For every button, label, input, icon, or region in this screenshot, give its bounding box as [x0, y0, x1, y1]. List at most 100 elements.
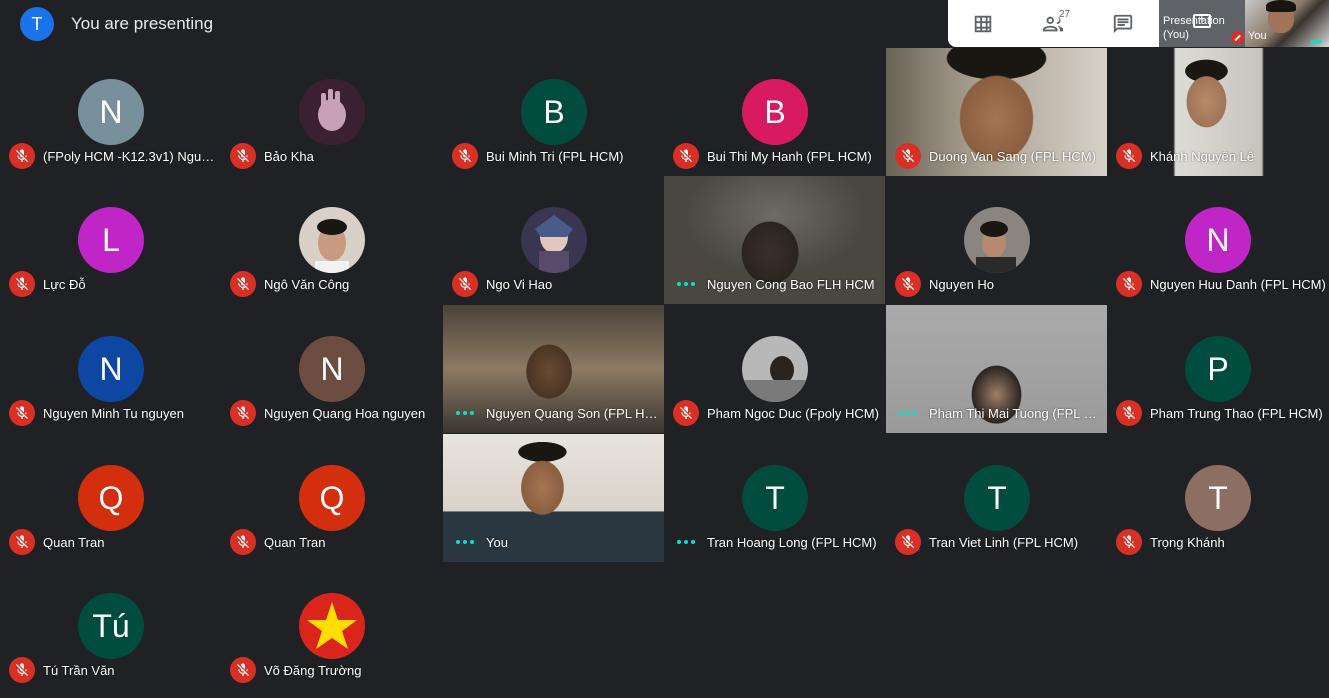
participant-name: Tran Viet Linh (FPL HCM): [929, 534, 1079, 550]
anime-photo: [535, 215, 573, 273]
mic-off-icon: [9, 143, 35, 169]
participant-tile[interactable]: T Trọng Khánh: [1107, 434, 1328, 562]
participant-tile[interactable]: P Pham Trung Thao (FPL HCM): [1107, 305, 1328, 433]
participant-avatar: L: [78, 207, 144, 273]
participant-tile[interactable]: T Tran Hoang Long (FPL HCM): [664, 434, 885, 562]
participant-name: Pham Trung Thao (FPL HCM): [1150, 405, 1323, 421]
face-photo: [742, 356, 808, 402]
participant-avatar: T: [742, 465, 808, 531]
participant-name-row: You: [452, 529, 662, 555]
participant-tile[interactable]: N (FPoly HCM -K12.3v1) Nguyen: [0, 48, 221, 176]
mic-off-icon: [895, 529, 921, 555]
participant-tile[interactable]: L Lực Đỗ: [0, 176, 221, 304]
self-avatar[interactable]: T: [20, 7, 54, 41]
speaking-indicator-icon: [452, 400, 478, 426]
layout-grid-button[interactable]: [948, 0, 1018, 47]
participant-tile[interactable]: Khánh Nguyễn Lê: [1107, 48, 1328, 176]
participant-avatar: N: [78, 79, 144, 145]
mic-off-icon: [452, 143, 478, 169]
participant-tile[interactable]: Pham Thi Mai Tuong (FPL HCM): [886, 305, 1107, 433]
participant-name: Pham Ngoc Duc (Fpoly HCM): [707, 405, 879, 421]
participant-avatar: N: [299, 336, 365, 402]
participant-tile[interactable]: N Nguyen Quang Hoa nguyen: [221, 305, 442, 433]
mic-off-icon: [1116, 143, 1142, 169]
participant-name-row: Nguyen Minh Tu nguyen: [9, 400, 219, 426]
participant-name: Tran Hoang Long (FPL HCM): [707, 534, 877, 550]
participant-name: You: [486, 534, 508, 550]
participant-name-row: Lực Đỗ: [9, 271, 219, 297]
mic-off-icon: [895, 271, 921, 297]
participant-name: Nguyen Quang Son (FPL HCM): [486, 405, 662, 421]
chat-button[interactable]: [1088, 0, 1158, 47]
grid-icon: [974, 15, 992, 32]
mic-off-icon: [9, 271, 35, 297]
participant-tile[interactable]: Ngô Văn Công: [221, 176, 442, 304]
mic-off-icon: [1116, 271, 1142, 297]
participant-name-row: Bảo Kha: [230, 143, 440, 169]
mic-off-icon: [895, 143, 921, 169]
participant-name: Pham Thi Mai Tuong (FPL HCM): [929, 405, 1105, 421]
mic-off-icon: [230, 529, 256, 555]
participant-tile[interactable]: B Bui Thi My Hanh (FPL HCM): [664, 48, 885, 176]
participant-tile[interactable]: Bảo Kha: [221, 48, 442, 176]
participant-name: Ngo Vi Hao: [486, 276, 553, 292]
participant-tile[interactable]: Q Quan Tran: [0, 434, 221, 562]
participant-name-row: Nguyen Quang Son (FPL HCM): [452, 400, 662, 426]
participant-photo-avatar: [299, 207, 365, 273]
participant-name: Bảo Kha: [264, 148, 314, 164]
participant-tile[interactable]: Pham Ngoc Duc (Fpoly HCM): [664, 305, 885, 433]
participant-tile[interactable]: N Nguyen Huu Danh (FPL HCM): [1107, 176, 1328, 304]
participant-photo-avatar: [299, 79, 365, 145]
participant-name-row: Nguyen Huu Danh (FPL HCM): [1116, 271, 1326, 297]
self-hair: [1266, 0, 1296, 12]
participant-tile[interactable]: T Tran Viet Linh (FPL HCM): [886, 434, 1107, 562]
participant-tile[interactable]: Tú Tú Trần Văn: [0, 562, 221, 690]
participant-avatar: T: [1185, 465, 1251, 531]
star-icon: [307, 602, 357, 649]
participant-name-row: Ngô Văn Công: [230, 271, 440, 297]
participant-tile[interactable]: Q Quan Tran: [221, 434, 442, 562]
participant-photo-avatar: [299, 593, 365, 659]
participant-avatar: T: [964, 465, 1030, 531]
participant-name: Nguyen Ho: [929, 276, 995, 292]
participant-name: Võ Đăng Trường: [264, 662, 362, 678]
participant-name-row: Bui Minh Tri (FPL HCM): [452, 143, 662, 169]
participant-avatar: Tú: [78, 593, 144, 659]
participant-tile[interactable]: Nguyen Ho: [886, 176, 1107, 304]
participant-tile[interactable]: B Bui Minh Tri (FPL HCM): [443, 48, 664, 176]
participant-tile[interactable]: Duong Van Sang (FPL HCM): [886, 48, 1107, 176]
participant-name-row: (FPoly HCM -K12.3v1) Nguyen: [9, 143, 219, 169]
participant-avatar: Q: [78, 465, 144, 531]
hand-photo: [299, 79, 365, 145]
participant-name: Trọng Khánh: [1150, 534, 1225, 550]
participant-tile[interactable]: N Nguyen Minh Tu nguyen: [0, 305, 221, 433]
participant-tile[interactable]: Nguyen Quang Son (FPL HCM): [443, 305, 664, 433]
speaking-indicator-icon: [452, 529, 478, 555]
mic-off-icon: [1116, 400, 1142, 426]
mic-off-icon: [1231, 31, 1244, 44]
self-thumb-label: You: [1248, 30, 1267, 42]
participant-name: Quan Tran: [264, 534, 326, 550]
participant-name: Nguyen Quang Hoa nguyen: [264, 405, 426, 421]
participant-tile[interactable]: Ngo Vi Hao: [443, 176, 664, 304]
participant-tile[interactable]: You: [443, 434, 664, 562]
participant-count: 27: [1059, 9, 1071, 20]
mic-off-icon: [230, 271, 256, 297]
participant-name-row: Ngo Vi Hao: [452, 271, 662, 297]
participant-tile[interactable]: Võ Đăng Trường: [221, 562, 442, 690]
speaking-indicator-icon: [895, 400, 921, 426]
present-screen-icon: [1193, 11, 1211, 28]
participant-name: Tú Trần Văn: [43, 662, 115, 678]
face-photo: [315, 219, 349, 273]
mic-off-icon: [1116, 529, 1142, 555]
participant-name-row: Tran Hoang Long (FPL HCM): [673, 529, 883, 555]
participant-tile[interactable]: Nguyen Cong Bao FLH HCM: [664, 176, 885, 304]
top-control-bar: 27 Presentation (You) You •••: [948, 0, 1329, 47]
speaking-indicator-icon: •••: [1310, 33, 1323, 47]
people-button[interactable]: 27: [1018, 0, 1088, 47]
participant-name: Nguyen Huu Danh (FPL HCM): [1150, 276, 1326, 292]
participant-name: (FPoly HCM -K12.3v1) Nguyen: [43, 148, 219, 164]
participant-photo-avatar: [742, 336, 808, 402]
mic-off-icon: [230, 400, 256, 426]
speaking-indicator-icon: [673, 271, 699, 297]
